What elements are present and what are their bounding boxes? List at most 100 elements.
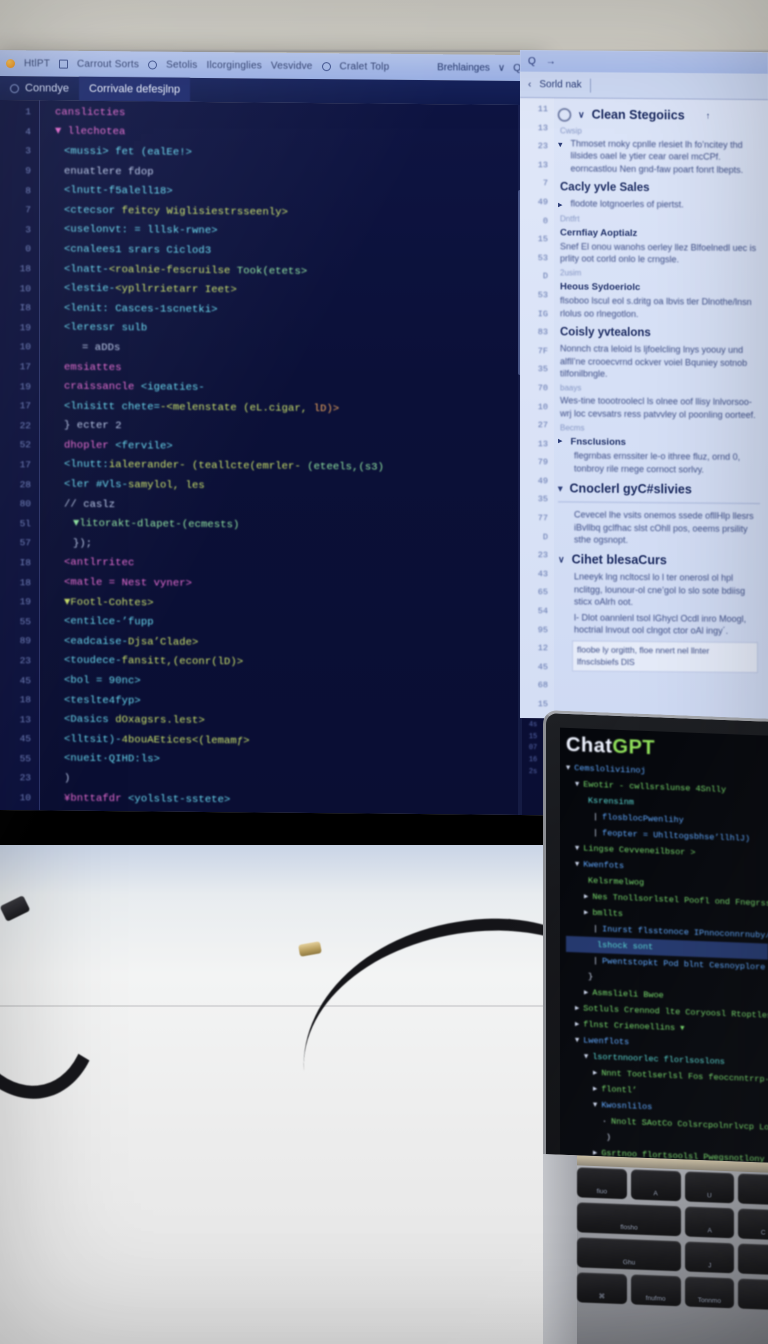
chevron-icon[interactable]: ▾ [558, 483, 563, 494]
doc-line-number: 13 [537, 159, 548, 171]
line-number: 19 [19, 596, 31, 608]
chevron-icon[interactable]: ∨ [578, 109, 585, 120]
tab-1-label: Corrivale defesjlnp [89, 82, 181, 96]
line-number: 45 [19, 733, 31, 745]
tree-chevron-icon[interactable]: ▸ [575, 1019, 579, 1029]
code-text: }); [73, 537, 93, 550]
tree-chevron-icon[interactable]: ▾ [575, 779, 579, 789]
tree-chevron-icon[interactable]: ▾ [593, 1100, 597, 1110]
keyboard-key[interactable]: flosho [577, 1202, 681, 1237]
doc-heading-3: Cernfiay Aoptialz [560, 226, 638, 239]
line-number: 18 [19, 263, 31, 275]
doc-search-icon[interactable]: Q [528, 56, 536, 67]
chevron-icon[interactable]: ▾ [558, 136, 563, 150]
tree-chevron-icon[interactable]: ▾ [584, 1052, 588, 1062]
tree-chevron-icon[interactable]: | [593, 956, 598, 966]
tree-row-label: bmllts [592, 907, 623, 920]
keyboard-key[interactable]: Tonnmo [684, 1276, 735, 1309]
keyboard-key[interactable]: Ghu [577, 1237, 681, 1272]
doc-paragraph: flodote lotgnoerles of piertst. [570, 198, 684, 210]
doc-line-number: D [542, 531, 548, 542]
tree-row-label: Kwosnlilos [601, 1100, 653, 1113]
chevron-icon[interactable]: ▸ [558, 197, 563, 211]
laptop-palmrest [543, 1154, 577, 1344]
doc-collapsible-section[interactable]: ▸ Fnsclusions flegrnbas ernssiter le-o ith… [558, 434, 760, 479]
keyboard-key[interactable]: A [684, 1206, 735, 1239]
tree-row-label: flosblocPwenlihy [602, 812, 684, 826]
doc-header-title: Cnoclerl gyC#slivies [569, 481, 692, 497]
keyboard-key[interactable] [738, 1243, 768, 1276]
code-text: <lestie-<ypllrrietarr Ieet> [64, 282, 237, 297]
tree-chevron-icon[interactable]: ▾ [575, 843, 579, 853]
keyboard-key[interactable]: C [738, 1208, 768, 1241]
tree-chevron-icon[interactable]: | [593, 924, 598, 934]
laptop-keyboard[interactable]: fiuo A Uflosho A C Ghu J ⌘ fnufmo Tonnmo [577, 1167, 768, 1344]
keyboard-key[interactable]: A [630, 1169, 681, 1202]
keyboard-key[interactable] [738, 1278, 768, 1311]
chevron-icon[interactable]: ∨ [558, 554, 565, 565]
tree-chevron-icon[interactable]: ▸ [593, 1068, 597, 1078]
line-number: 23 [19, 772, 31, 784]
keyboard-key[interactable] [738, 1173, 768, 1206]
keyboard-row: Ghu J [577, 1237, 768, 1276]
doc-line-number: 10 [537, 401, 548, 412]
menu-item-5[interactable]: Cralet Tolp [340, 61, 390, 72]
tree-row-label: Asmslieli Bwoe [592, 987, 664, 1001]
doc-arrow-icon[interactable]: → [546, 56, 556, 67]
tree-row-label: Ksrensinm [588, 795, 634, 808]
doc-section-header[interactable]: ∨ Clean Stegoiics ↑ [558, 102, 760, 126]
doc-line-number: 7 [542, 178, 548, 189]
tree-row-label: ) [606, 1132, 612, 1143]
tree-chevron-icon[interactable]: ▾ [575, 1035, 579, 1045]
tree-chevron-icon[interactable]: | [593, 812, 598, 822]
arrow-up-icon[interactable]: ↑ [706, 111, 711, 121]
menu-item-2[interactable]: Setolis [166, 59, 197, 70]
keyboard-key[interactable]: fiuo [577, 1167, 627, 1200]
keyboard-key[interactable]: ⌘ [577, 1272, 627, 1305]
chevron-down-icon[interactable]: ∨ [498, 62, 505, 73]
tree-chevron-icon[interactable]: ▸ [584, 892, 588, 902]
line-number: 28 [19, 478, 31, 490]
laptop-tree-list[interactable]: ▾ Cemsloliviinoj ▾ Ewotir - cwllsrslunse 4S… [560, 760, 768, 1166]
tree-chevron-icon[interactable]: ▾ [575, 859, 579, 869]
menu-item-4[interactable]: Vesvidve [271, 60, 313, 71]
doc-line-number: 0 [542, 215, 548, 226]
back-icon[interactable]: ‹ [528, 79, 531, 90]
line-number: 9 [25, 165, 31, 177]
code-text: <uselonvt: = lllsk-rwne> [64, 223, 218, 238]
doc-line-number: 23 [537, 550, 548, 561]
keyboard-row: fiuo A U [577, 1167, 768, 1206]
menu-item-0[interactable]: HtlPT [24, 58, 50, 69]
menu-right-0[interactable]: Brehlainges [437, 62, 490, 74]
line-number: 3 [25, 145, 31, 157]
line-number: 0 [25, 243, 31, 255]
keyboard-key[interactable]: J [684, 1241, 735, 1274]
tree-chevron-icon[interactable]: · [602, 1116, 607, 1126]
line-number: 4 [25, 126, 31, 138]
laptop-screen[interactable]: ChatGPT ▾ Cemsloliviinoj ▾ Ewotir - cwllsrs… [560, 727, 768, 1166]
doc-section-header[interactable]: ▾ Cnoclerl gyC#slivies [558, 476, 760, 500]
tab-1[interactable]: Corrivale defesjlnp [79, 76, 191, 102]
tree-chevron-icon[interactable]: ▸ [584, 908, 588, 918]
chevron-icon[interactable]: ▸ [558, 436, 563, 447]
tree-chevron-icon[interactable]: ▸ [584, 988, 588, 998]
menu-item-3[interactable]: Ilcorginglies [207, 59, 262, 71]
tree-chevron-icon[interactable]: ▾ [566, 763, 570, 773]
doc-paragraph-ruled: Cevecel lhe vsits onemos ssede ofllHlp l… [558, 501, 760, 550]
doc-paragraph-collapsible[interactable]: ▾ Thmoset rnoky cpnlle rlesiet lh fo’ncit… [558, 136, 760, 178]
tree-row-label: flnst Crienoellins ▾ [583, 1019, 685, 1034]
tree-chevron-icon[interactable]: ▸ [575, 1003, 579, 1013]
keyboard-key[interactable]: U [684, 1171, 735, 1204]
code-text: <lnatt-<roalnie-fescruilse Took(etets> [64, 263, 308, 278]
tab-0[interactable]: Conndye [0, 76, 79, 101]
keyboard-key[interactable]: fnufmo [630, 1274, 681, 1307]
line-number: 89 [19, 635, 31, 647]
doc-paragraph-collapsible[interactable]: ▸ flodote lotgnoerles of piertst. [558, 197, 760, 214]
minimap-line: 4s [528, 721, 538, 730]
tree-chevron-icon[interactable]: | [593, 828, 598, 838]
doc-content[interactable]: ∨ Clean Stegoiics ↑ Cwsip ▾ Thmoset rnoky cpn… [554, 98, 768, 720]
doc-section-header[interactable]: ∨ Cihet blesaCurs [558, 548, 760, 572]
menu-item-1[interactable]: Carrout Sorts [77, 58, 139, 70]
code-editor[interactable]: 1 canslicties 4 ▼ llechotea 3 <mussi> fet (ea… [0, 100, 522, 816]
tree-chevron-icon[interactable]: ▸ [593, 1084, 597, 1094]
